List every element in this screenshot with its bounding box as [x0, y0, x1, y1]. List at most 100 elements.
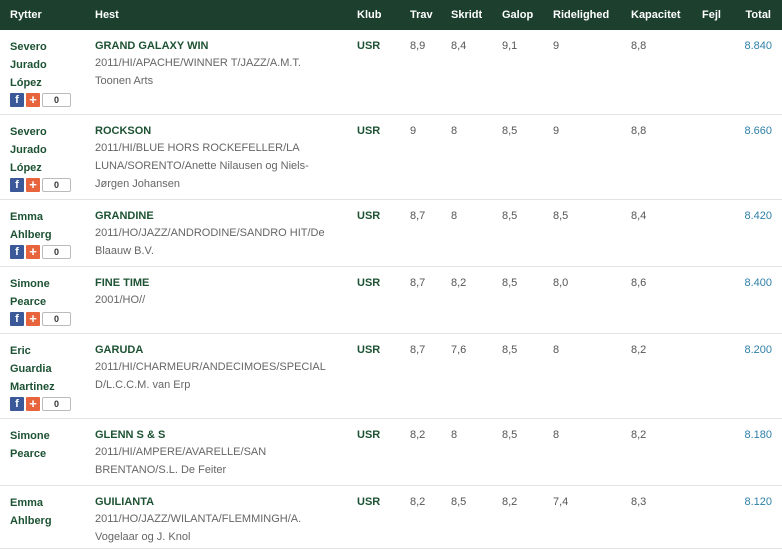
score-total: 8.420: [744, 210, 772, 222]
rider-name-line: Ahlberg: [10, 515, 52, 527]
score-trav: 8,7: [410, 277, 426, 289]
horse-name-link[interactable]: FINE TIME: [95, 276, 350, 291]
score-trav: 8,2: [410, 429, 426, 441]
score-ridelighed: 8: [553, 344, 560, 356]
plus-share-icon[interactable]: +: [26, 312, 40, 326]
score-kapacitet: 8,8: [631, 40, 647, 52]
rider-name-line: Severo: [10, 126, 47, 138]
club-link[interactable]: USR: [357, 39, 380, 54]
facebook-share-icon[interactable]: f: [10, 93, 24, 107]
score-ridelighed: 7,4: [553, 496, 569, 508]
header-fejl[interactable]: Fejl: [702, 9, 721, 21]
header-rytter[interactable]: Rytter: [10, 9, 42, 21]
table-row: Simone Pearce f +0 FINE TIME 2001/HO// USR 8,7 8…: [0, 267, 782, 334]
club-link[interactable]: USR: [357, 495, 380, 510]
horse-info-line: Blaauw B.V.: [95, 245, 154, 257]
facebook-share-icon[interactable]: f: [10, 245, 24, 259]
rider-name-line: Jurado: [10, 144, 47, 156]
header-kapacitet[interactable]: Kapacitet: [631, 9, 681, 21]
horse-cell: GRAND GALAXY WIN 2011/HI/APACHE/WINNER T/…: [95, 39, 350, 90]
score-trav: 8,7: [410, 210, 426, 222]
score-skridt: 8,5: [451, 496, 467, 508]
table-header: Rytter Hest Klub Trav Skridt Galop Ridel…: [0, 0, 782, 30]
club-link[interactable]: USR: [357, 276, 380, 291]
score-total: 8.180: [744, 429, 772, 441]
club-link[interactable]: USR: [357, 343, 380, 358]
header-galop[interactable]: Galop: [502, 9, 533, 21]
table-row: Eric Guardia Martinez f +0 GARUDA 2011/HI/CHAR…: [0, 334, 782, 419]
horse-info-line: 2011/HI/APACHE/WINNER T/JAZZ/A.M.T.: [95, 57, 301, 69]
club-link[interactable]: USR: [357, 209, 380, 224]
share-widget: f +0: [10, 396, 80, 412]
score-kapacitet: 8,4: [631, 210, 647, 222]
horse-info-line: Vogelaar og J. Knol: [95, 531, 191, 543]
rider-name[interactable]: Emma Ahlberg: [10, 494, 80, 530]
table-row: Emma Ahlberg f +0 GRANDINE 2011/HO/JAZZ/ANDRO…: [0, 200, 782, 267]
horse-info-line: D/L.C.C.M. van Erp: [95, 379, 191, 391]
header-skridt[interactable]: Skridt: [451, 9, 482, 21]
score-total: 8.840: [744, 40, 772, 52]
rider-name-line: Severo: [10, 41, 47, 53]
horse-name-link[interactable]: GRAND GALAXY WIN: [95, 39, 350, 54]
horse-cell: GUILIANTA 2011/HO/JAZZ/WILANTA/FLEMMINGH/…: [95, 495, 350, 546]
facebook-share-icon[interactable]: f: [10, 312, 24, 326]
club-link[interactable]: USR: [357, 124, 380, 139]
facebook-share-icon[interactable]: f: [10, 178, 24, 192]
horse-cell: GARUDA 2011/HI/CHARMEUR/ANDECIMOES/SPECIA…: [95, 343, 350, 394]
horse-info-line: 2011/HO/JAZZ/ANDRODINE/SANDRO HIT/De: [95, 227, 325, 239]
rider-name-line: Pearce: [10, 448, 47, 460]
plus-share-icon[interactable]: +: [26, 245, 40, 259]
horse-cell: GRANDINE 2011/HO/JAZZ/ANDRODINE/SANDRO HI…: [95, 209, 350, 260]
horse-name-link[interactable]: ROCKSON: [95, 124, 350, 139]
rider-name-line: Pearce: [10, 296, 47, 308]
horse-name-link[interactable]: GLENN S & S: [95, 428, 350, 443]
table-row: Severo Jurado López f +0 GRAND GALAXY WIN 2011…: [0, 30, 782, 115]
score-galop: 8,2: [502, 496, 518, 508]
rider-name[interactable]: Simone Pearce f +0: [10, 275, 80, 327]
table-row: Simone Pearce GLENN S & S 2011/HI/AMPERE/AV…: [0, 419, 782, 486]
rider-name-line: Emma: [10, 211, 44, 223]
score-skridt: 8,4: [451, 40, 467, 52]
horse-cell: FINE TIME 2001/HO//: [95, 276, 350, 309]
share-widget: f +0: [10, 244, 80, 260]
score-skridt: 7,6: [451, 344, 467, 356]
score-ridelighed: 9: [553, 40, 560, 52]
header-klub[interactable]: Klub: [357, 9, 381, 21]
rider-name-line: Simone: [10, 430, 50, 442]
horse-info-line: BRENTANO/S.L. De Feiter: [95, 464, 227, 476]
horse-name-link[interactable]: GRANDINE: [95, 209, 350, 224]
rider-name[interactable]: Severo Jurado López f +0: [10, 38, 80, 108]
results-table-body: Severo Jurado López f +0 GRAND GALAXY WIN 2011…: [0, 30, 782, 549]
rider-name[interactable]: Eric Guardia Martinez f +0: [10, 342, 80, 412]
horse-info-line: 2001/HO//: [95, 294, 146, 306]
score-ridelighed: 8: [553, 429, 560, 441]
header-hest[interactable]: Hest: [95, 9, 119, 21]
rider-name[interactable]: Emma Ahlberg f +0: [10, 208, 80, 260]
horse-name-link[interactable]: GUILIANTA: [95, 495, 350, 510]
facebook-share-icon[interactable]: f: [10, 397, 24, 411]
score-kapacitet: 8,3: [631, 496, 647, 508]
horse-name-link[interactable]: GARUDA: [95, 343, 350, 358]
header-ridelighed[interactable]: Ridelighed: [553, 9, 609, 21]
club-link[interactable]: USR: [357, 428, 380, 443]
header-total[interactable]: Total: [746, 9, 771, 21]
score-kapacitet: 8,2: [631, 344, 647, 356]
share-count: 0: [42, 397, 71, 411]
score-kapacitet: 8,8: [631, 125, 647, 137]
rider-name[interactable]: Simone Pearce: [10, 427, 80, 463]
plus-share-icon[interactable]: +: [26, 397, 40, 411]
score-ridelighed: 8,0: [553, 277, 569, 289]
plus-share-icon[interactable]: +: [26, 93, 40, 107]
share-count: 0: [42, 312, 71, 326]
share-count: 0: [42, 178, 71, 192]
header-trav[interactable]: Trav: [410, 9, 433, 21]
score-trav: 9: [410, 125, 417, 137]
score-kapacitet: 8,2: [631, 429, 647, 441]
rider-name-line: Ahlberg: [10, 229, 52, 241]
plus-share-icon[interactable]: +: [26, 178, 40, 192]
rider-name-line: López: [10, 162, 42, 174]
rider-name-line: Eric: [10, 345, 31, 357]
horse-info-line: 2011/HO/JAZZ/WILANTA/FLEMMINGH/A.: [95, 513, 302, 525]
rider-name-line: Simone: [10, 278, 50, 290]
rider-name[interactable]: Severo Jurado López f +0: [10, 123, 80, 193]
